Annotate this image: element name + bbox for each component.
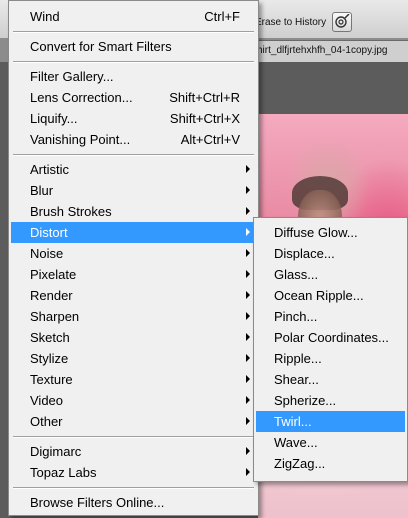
menu-item-liquify[interactable]: Liquify... Shift+Ctrl+X bbox=[11, 108, 256, 129]
menu-item-lens-correction[interactable]: Lens Correction... Shift+Ctrl+R bbox=[11, 87, 256, 108]
menu-item-label: Sketch bbox=[30, 330, 70, 345]
menu-item-label: Blur bbox=[30, 183, 54, 198]
menu-separator bbox=[13, 487, 254, 489]
submenu-item-pinch[interactable]: Pinch... bbox=[256, 306, 405, 327]
submenu-item-label: Spherize... bbox=[274, 393, 337, 408]
menu-item-label: Vanishing Point... bbox=[30, 132, 131, 147]
submenu-item-twirl[interactable]: Twirl... bbox=[256, 411, 405, 432]
menu-item-label: Stylize bbox=[30, 351, 69, 366]
submenu-item-label: Glass... bbox=[274, 267, 319, 282]
menu-item-label: Sharpen bbox=[30, 309, 80, 324]
chevron-right-icon bbox=[246, 270, 250, 278]
twirl-brush-icon[interactable] bbox=[332, 12, 352, 32]
menu-item-digimarc[interactable]: Digimarc bbox=[11, 441, 256, 462]
menu-item-label: Filter Gallery... bbox=[30, 69, 114, 84]
submenu-item-glass[interactable]: Glass... bbox=[256, 264, 405, 285]
menu-item-artistic[interactable]: Artistic bbox=[11, 159, 256, 180]
erase-to-history-label[interactable]: Erase to History bbox=[255, 17, 326, 28]
submenu-item-label: Pinch... bbox=[274, 309, 318, 324]
submenu-item-label: Ripple... bbox=[274, 351, 322, 366]
menu-item-label: Video bbox=[30, 393, 64, 408]
chevron-right-icon bbox=[246, 291, 250, 299]
menu-item-shortcut: Shift+Ctrl+X bbox=[169, 111, 240, 126]
menu-item-label: Render bbox=[30, 288, 73, 303]
menu-separator bbox=[13, 154, 254, 156]
menu-item-label: Lens Correction... bbox=[30, 90, 133, 105]
chevron-right-icon bbox=[246, 228, 250, 236]
submenu-item-label: Polar Coordinates... bbox=[274, 330, 389, 345]
chevron-right-icon bbox=[246, 186, 250, 194]
submenu-item-label: Ocean Ripple... bbox=[274, 288, 364, 303]
menu-item-pixelate[interactable]: Pixelate bbox=[11, 264, 256, 285]
submenu-item-label: Twirl... bbox=[274, 414, 312, 429]
menu-item-label: Noise bbox=[30, 246, 64, 261]
menu-item-label: Pixelate bbox=[30, 267, 77, 282]
filter-menu: Wind Ctrl+F Convert for Smart Filters Filte… bbox=[8, 0, 259, 516]
menu-item-label: Liquify... bbox=[30, 111, 78, 126]
menu-item-shortcut: Ctrl+F bbox=[204, 9, 240, 24]
menu-item-convert-for-smart-filters[interactable]: Convert for Smart Filters bbox=[11, 36, 256, 57]
menu-item-shortcut: Shift+Ctrl+R bbox=[169, 90, 240, 105]
chevron-right-icon bbox=[246, 354, 250, 362]
menu-item-topaz-labs[interactable]: Topaz Labs bbox=[11, 462, 256, 483]
menu-item-label: Distort bbox=[30, 225, 68, 240]
menu-item-stylize[interactable]: Stylize bbox=[11, 348, 256, 369]
chevron-right-icon bbox=[246, 396, 250, 404]
menu-item-browse-filters-online[interactable]: Browse Filters Online... bbox=[11, 492, 256, 513]
submenu-item-polar-coordinates[interactable]: Polar Coordinates... bbox=[256, 327, 405, 348]
chevron-right-icon bbox=[246, 333, 250, 341]
menu-separator bbox=[13, 61, 254, 63]
chevron-right-icon bbox=[246, 375, 250, 383]
menu-item-noise[interactable]: Noise bbox=[11, 243, 256, 264]
menu-item-video[interactable]: Video bbox=[11, 390, 256, 411]
submenu-item-spherize[interactable]: Spherize... bbox=[256, 390, 405, 411]
submenu-item-label: ZigZag... bbox=[274, 456, 326, 471]
menu-item-filter-gallery[interactable]: Filter Gallery... bbox=[11, 66, 256, 87]
menu-item-label: Other bbox=[30, 414, 63, 429]
submenu-item-wave[interactable]: Wave... bbox=[256, 432, 405, 453]
menu-item-render[interactable]: Render bbox=[11, 285, 256, 306]
distort-submenu: Diffuse Glow... Displace... Glass... Ocean … bbox=[253, 217, 408, 482]
menu-separator bbox=[13, 31, 254, 33]
menu-item-sharpen[interactable]: Sharpen bbox=[11, 306, 256, 327]
document-tab-title: hirt_dlfjrtehxhfh_04-1copy.jpg bbox=[257, 45, 388, 56]
chevron-right-icon bbox=[246, 312, 250, 320]
chevron-right-icon bbox=[246, 207, 250, 215]
menu-item-blur[interactable]: Blur bbox=[11, 180, 256, 201]
menu-item-distort[interactable]: Distort bbox=[11, 222, 256, 243]
menu-item-brush-strokes[interactable]: Brush Strokes bbox=[11, 201, 256, 222]
submenu-item-ripple[interactable]: Ripple... bbox=[256, 348, 405, 369]
menu-item-label: Topaz Labs bbox=[30, 465, 97, 480]
menu-item-label: Texture bbox=[30, 372, 73, 387]
submenu-item-zigzag[interactable]: ZigZag... bbox=[256, 453, 405, 474]
menu-item-label: Browse Filters Online... bbox=[30, 495, 165, 510]
submenu-item-label: Displace... bbox=[274, 246, 335, 261]
document-tab[interactable]: hirt_dlfjrtehxhfh_04-1copy.jpg bbox=[250, 40, 408, 63]
submenu-item-shear[interactable]: Shear... bbox=[256, 369, 405, 390]
menu-item-wind[interactable]: Wind Ctrl+F bbox=[11, 6, 256, 27]
menu-item-vanishing-point[interactable]: Vanishing Point... Alt+Ctrl+V bbox=[11, 129, 256, 150]
submenu-item-displace[interactable]: Displace... bbox=[256, 243, 405, 264]
submenu-item-label: Wave... bbox=[274, 435, 318, 450]
submenu-item-label: Diffuse Glow... bbox=[274, 225, 358, 240]
menu-item-label: Artistic bbox=[30, 162, 69, 177]
menu-item-label: Wind bbox=[30, 9, 60, 24]
chevron-right-icon bbox=[246, 249, 250, 257]
chevron-right-icon bbox=[246, 165, 250, 173]
chevron-right-icon bbox=[246, 417, 250, 425]
submenu-item-label: Shear... bbox=[274, 372, 319, 387]
menu-item-sketch[interactable]: Sketch bbox=[11, 327, 256, 348]
chevron-right-icon bbox=[246, 447, 250, 455]
submenu-item-diffuse-glow[interactable]: Diffuse Glow... bbox=[256, 222, 405, 243]
menu-item-label: Brush Strokes bbox=[30, 204, 112, 219]
chevron-right-icon bbox=[246, 468, 250, 476]
menu-item-label: Digimarc bbox=[30, 444, 82, 459]
menu-item-label: Convert for Smart Filters bbox=[30, 39, 172, 54]
menu-item-shortcut: Alt+Ctrl+V bbox=[180, 132, 240, 147]
submenu-item-ocean-ripple[interactable]: Ocean Ripple... bbox=[256, 285, 405, 306]
menu-item-texture[interactable]: Texture bbox=[11, 369, 256, 390]
menu-item-other[interactable]: Other bbox=[11, 411, 256, 432]
menu-separator bbox=[13, 436, 254, 438]
